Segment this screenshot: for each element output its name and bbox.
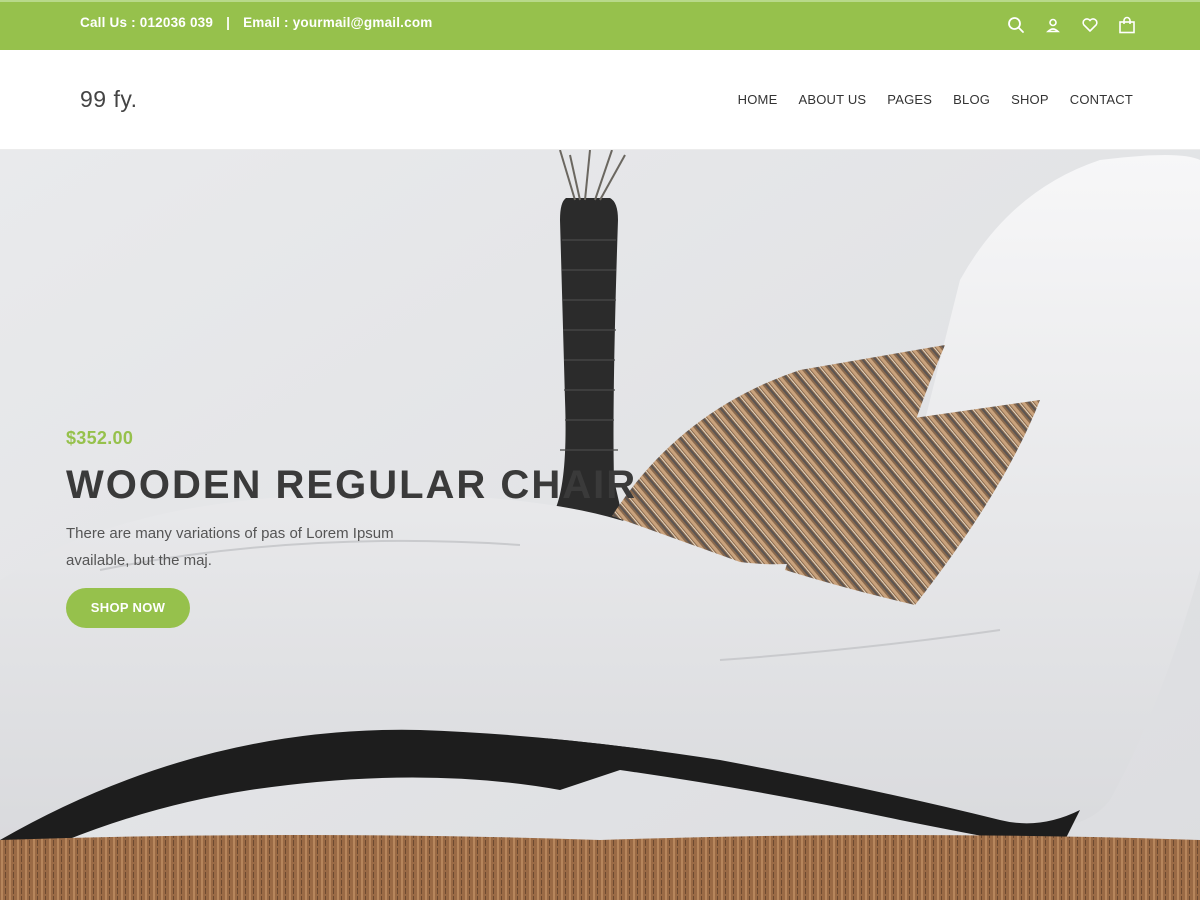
main-nav: HOME ABOUT US PAGES BLOG SHOP CONTACT <box>738 92 1133 107</box>
nav-about-us[interactable]: ABOUT US <box>798 92 866 107</box>
shopping-bag-icon[interactable] <box>1118 16 1136 34</box>
product-price: $352.00 <box>66 428 134 448</box>
search-icon[interactable] <box>1007 16 1025 34</box>
nav-shop[interactable]: SHOP <box>1011 92 1049 107</box>
product-title: WOODEN REGULAR CHAIR <box>66 463 638 507</box>
top-bar: Call Us : 012036 039 | Email : yourmail@… <box>0 0 1200 50</box>
email-link[interactable]: Email : yourmail@gmail.com <box>243 15 432 30</box>
shop-now-button[interactable]: SHOP NOW <box>66 588 190 628</box>
nav-pages[interactable]: PAGES <box>887 92 932 107</box>
topbar-icons <box>1007 16 1136 34</box>
nav-home[interactable]: HOME <box>738 92 778 107</box>
product-description: There are many variations of pas of Lore… <box>66 525 394 569</box>
heart-icon[interactable] <box>1081 16 1099 34</box>
user-icon[interactable] <box>1044 16 1062 34</box>
site-logo[interactable]: 99 fy. <box>80 86 138 113</box>
site-header: 99 fy. HOME ABOUT US PAGES BLOG SHOP CON… <box>0 50 1200 150</box>
nav-blog[interactable]: BLOG <box>953 92 990 107</box>
hero-slider: $352.00 WOODEN REGULAR CHAIR There are m… <box>0 150 1200 900</box>
phone-text: Call Us : 012036 039 <box>80 15 214 30</box>
contact-info: Call Us : 012036 039 | Email : yourmail@… <box>80 15 433 30</box>
hero-caption: $352.00 WOODEN REGULAR CHAIR There are m… <box>66 428 637 628</box>
contact-separator: | <box>226 15 231 30</box>
nav-contact[interactable]: CONTACT <box>1070 92 1133 107</box>
